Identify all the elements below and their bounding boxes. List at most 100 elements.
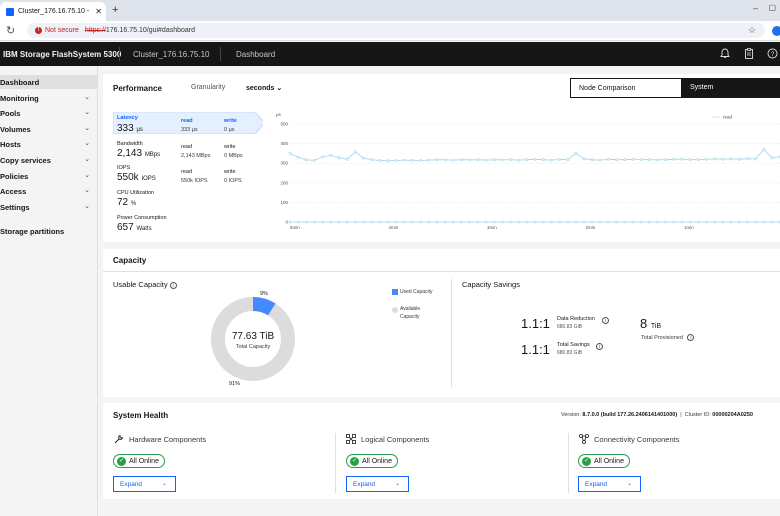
data-point-write — [639, 220, 643, 224]
data-point-read — [745, 157, 749, 161]
expand-label: Expand — [585, 481, 608, 488]
data-point-write — [402, 220, 406, 224]
minimize-window-button[interactable]: – — [753, 3, 758, 13]
task-clipboard-icon[interactable] — [744, 48, 754, 62]
help-icon[interactable]: ? — [767, 48, 778, 62]
capacity-card: Capacity Usable Capacity i 9% 91% 77.63 … — [103, 249, 780, 397]
data-point-read — [313, 159, 316, 162]
system-tab[interactable]: System — [682, 78, 780, 98]
total-capacity-value: 77.63 TiB — [231, 331, 275, 342]
address-bar: ↻ ! Not secure https:// 176.16.75.10/gui… — [0, 21, 780, 41]
hardware-components-title: Hardware Components — [129, 435, 207, 444]
iops-value: 550k IOPS — [117, 172, 156, 183]
sidebar-item-access[interactable]: Access ⌄ — [0, 184, 98, 198]
data-point-read — [321, 155, 325, 159]
data-point-write — [713, 220, 717, 224]
logical-status-text: All Online — [362, 457, 392, 465]
sidebar-item-policies[interactable]: Policies ⌄ — [0, 169, 98, 183]
performance-line-chart[interactable]: µs 0 100 200 300 400 500 5min 4min 3min 2min 1min re… — [273, 108, 780, 236]
url-field[interactable]: ! Not secure https:// 176.16.75.10/gui#d… — [27, 23, 765, 38]
data-reduction-value: 680.83 GiB — [557, 324, 583, 330]
checkmark-icon: ✓ — [350, 456, 359, 466]
data-point-read — [582, 157, 586, 161]
logical-expand-button[interactable]: Expand ⌄ — [346, 476, 409, 492]
divider — [568, 433, 569, 493]
maximize-window-icon[interactable]: ▢ — [768, 3, 776, 12]
data-point-write — [558, 220, 561, 224]
x-tick-label: 2min — [586, 225, 596, 230]
data-point-write — [492, 220, 496, 224]
header-cluster-name[interactable]: Cluster_176.16.75.10 — [133, 50, 210, 59]
data-point-write — [615, 220, 619, 224]
info-icon[interactable]: i — [169, 282, 177, 289]
node-comparison-tab[interactable]: Node Comparison — [570, 78, 682, 98]
data-point-read — [378, 159, 382, 162]
sidebar-item-label: Storage partitions — [0, 227, 65, 236]
not-secure-label: Not secure — [45, 27, 79, 34]
data-point-write — [427, 220, 431, 224]
info-icon[interactable]: i — [602, 317, 609, 324]
data-point-write — [337, 220, 341, 224]
granularity-dropdown[interactable]: seconds ⌄ — [246, 84, 282, 92]
new-tab-button[interactable]: + — [112, 4, 118, 16]
data-point-write — [664, 220, 668, 224]
sidebar-item-storage-partitions[interactable]: Storage partitions — [0, 224, 98, 238]
chevron-down-icon: ⌄ — [84, 94, 90, 101]
info-icon[interactable]: i — [596, 343, 603, 350]
chevron-down-icon: ⌄ — [84, 140, 90, 147]
total-savings-ratio: 1.1:1 — [521, 342, 550, 357]
sidebar-item-label: Pools — [0, 109, 21, 118]
sidebar-item-label: Monitoring — [0, 94, 39, 103]
cpu-value: 72 % — [117, 197, 136, 208]
y-tick-label: 200 — [280, 180, 288, 185]
reload-icon[interactable]: ↻ — [6, 24, 15, 37]
legend-read-label: read — [723, 115, 733, 120]
sidebar-item-dashboard[interactable]: Dashboard — [0, 75, 98, 89]
connectivity-expand-button[interactable]: Expand ⌄ — [578, 476, 641, 492]
logical-components-title: Logical Components — [361, 435, 430, 444]
performance-metrics: Latency 333 µs read 333 µs write 0 µs Ba… — [113, 112, 265, 234]
data-point-read — [476, 158, 480, 162]
power-unit: Watts — [136, 226, 152, 232]
data-point-read — [762, 148, 766, 151]
bookmark-star-icon[interactable]: ☆ — [748, 25, 756, 36]
data-point-read — [509, 158, 512, 162]
data-point-read — [574, 152, 578, 155]
power-value: 657 Watts — [117, 222, 152, 233]
x-tick-label: 1min — [684, 225, 694, 230]
connectivity-icon — [579, 434, 589, 444]
y-tick-label: 300 — [280, 161, 288, 166]
latency-read-label: read — [181, 118, 193, 124]
data-point-write — [533, 220, 537, 224]
latency-number: 333 — [117, 123, 134, 134]
granularity-value: seconds — [246, 85, 275, 92]
sidebar: Dashboard Monitoring ⌄ Pools ⌄ Volumes ⌄ Ho… — [0, 66, 98, 516]
x-tick-label: 5min — [290, 225, 300, 230]
url-scheme: https:// — [84, 27, 106, 34]
bandwidth-label: Bandwidth — [117, 141, 143, 147]
divider — [103, 271, 780, 272]
profile-avatar[interactable] — [772, 26, 780, 36]
hardware-expand-button[interactable]: Expand ⌄ — [113, 476, 176, 492]
security-indicator[interactable]: ! Not secure — [35, 27, 79, 34]
sidebar-item-monitoring[interactable]: Monitoring ⌄ — [0, 91, 98, 105]
browser-tab[interactable]: Cluster_176.16.75.10 - Dashboa ✕ — [0, 2, 106, 21]
iops-write-value: 0 IOPS — [224, 178, 242, 184]
data-point-write — [296, 220, 300, 224]
warning-icon: ! — [35, 27, 42, 34]
data-point-read — [337, 156, 341, 160]
sidebar-item-copy-services[interactable]: Copy services ⌄ — [0, 153, 98, 167]
notification-bell-icon[interactable] — [720, 48, 730, 62]
sidebar-item-hosts[interactable]: Hosts ⌄ — [0, 137, 98, 151]
sidebar-item-settings[interactable]: Settings ⌄ — [0, 200, 98, 214]
expand-label: Expand — [353, 481, 376, 488]
chevron-down-icon: ⌄ — [84, 172, 90, 179]
sidebar-item-pools[interactable]: Pools ⌄ — [0, 106, 98, 120]
info-icon[interactable]: i — [687, 334, 695, 341]
data-point-write — [549, 220, 553, 224]
chevron-down-icon: ⌄ — [276, 85, 283, 92]
data-point-read — [623, 158, 627, 162]
power-label: Power Consumption — [117, 215, 167, 221]
close-tab-icon[interactable]: ✕ — [95, 7, 102, 16]
sidebar-item-volumes[interactable]: Volumes ⌄ — [0, 122, 98, 136]
